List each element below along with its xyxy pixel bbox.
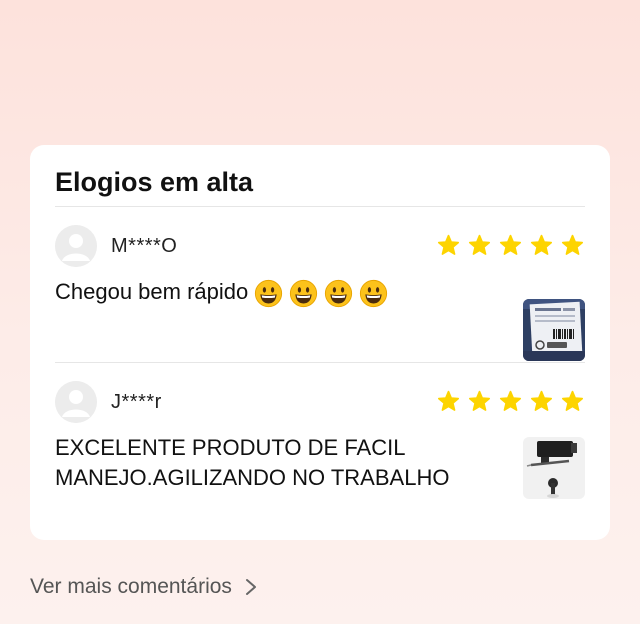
star-icon [499,390,522,411]
review-text-content: Chegou bem rápido [55,279,249,304]
star-icon [530,234,553,255]
grinning-face-emoji-icon [360,279,388,307]
review-photo-thumbnail[interactable] [523,437,585,499]
review-photo-thumbnail[interactable] [523,299,585,361]
shipping-package-photo-icon [523,299,585,361]
grinning-face-emoji-icon [255,279,283,307]
star-icon [468,390,491,411]
review-text: Chegou bem rápido [55,277,495,308]
star-icon [437,234,460,255]
star-icon [530,390,553,411]
title-divider [55,206,585,207]
avatar [55,225,97,267]
grinning-face-emoji-icon [290,279,318,307]
review-text: EXCELENTE PRODUTO DE FACIL MANEJO.AGILIZ… [55,435,450,490]
section-title: Elogios em alta [55,167,254,197]
user-avatar-icon [55,225,97,267]
star-rating [436,233,585,258]
review-divider [55,362,585,363]
review-username: J****r [111,391,162,413]
see-more-label: Ver mais comentários [30,575,232,598]
avatar [55,381,97,423]
see-more-comments-link[interactable]: Ver mais comentários [30,575,258,599]
reviews-card: Elogios em alta M****O Chegou bem rápido [30,145,610,540]
emoji-group [254,279,388,308]
star-rating [436,389,585,414]
review-item[interactable]: J****r EXCELENTE PRODUTO DE FACIL MANEJO… [55,381,585,521]
chevron-right-icon [245,579,256,595]
star-icon [561,234,584,255]
review-username: M****O [111,235,178,257]
grinning-face-emoji-icon [325,279,353,307]
star-icon [437,390,460,411]
star-icon [468,234,491,255]
review-item[interactable]: M****O Chegou bem rápido [55,225,585,365]
star-icon [499,234,522,255]
star-icon [561,390,584,411]
user-avatar-icon [55,381,97,423]
product-hardware-photo-icon [523,437,585,499]
